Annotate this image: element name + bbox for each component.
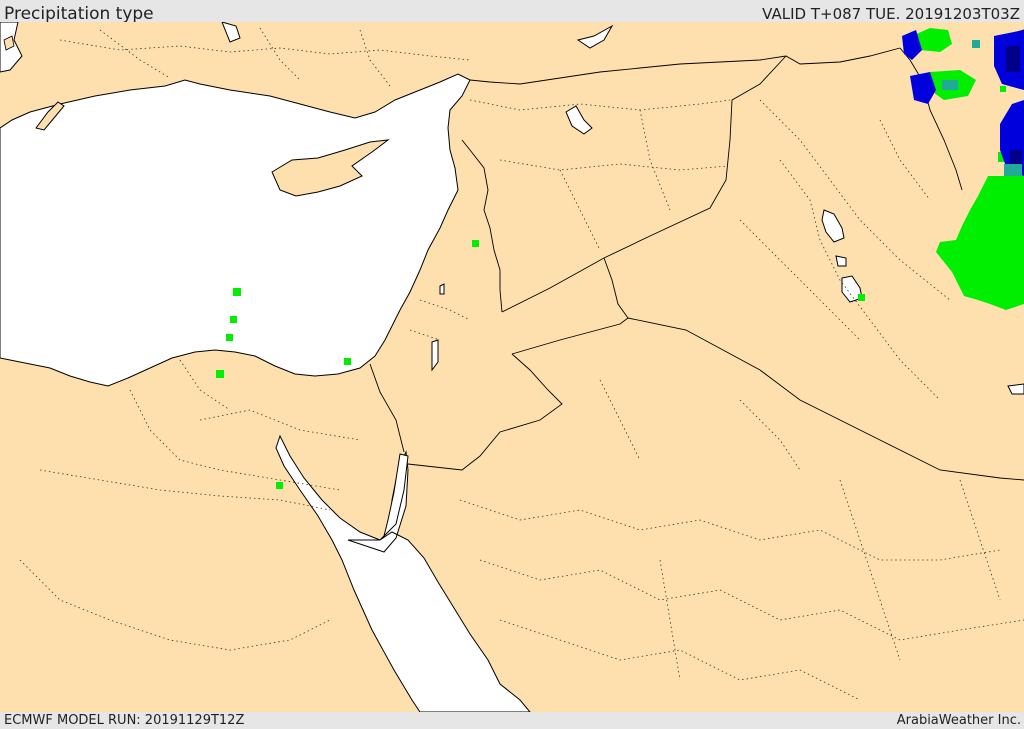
wet-snow-cell-3 <box>942 80 958 90</box>
sea-of-galilee <box>439 283 445 295</box>
footer-bar: ECMWF MODEL RUN: 20191129T12Z ArabiaWeat… <box>0 712 1024 729</box>
model-run-label: ECMWF MODEL RUN: 20191129T12Z <box>4 713 245 728</box>
precipitation-map <box>0 22 1024 712</box>
valid-time-label: VALID T+087 TUE. 20191203T03Z <box>762 5 1020 23</box>
heavy-snow-core <box>1006 46 1020 72</box>
header-bar: Precipitation type VALID T+087 TUE. 2019… <box>0 0 1024 24</box>
wet-snow-cell <box>972 40 980 48</box>
wet-snow-cell-2 <box>1004 164 1022 176</box>
map-canvas <box>0 22 1024 712</box>
credit-label: ArabiaWeather Inc. <box>896 713 1021 728</box>
lake-habbaniyah <box>835 255 847 267</box>
